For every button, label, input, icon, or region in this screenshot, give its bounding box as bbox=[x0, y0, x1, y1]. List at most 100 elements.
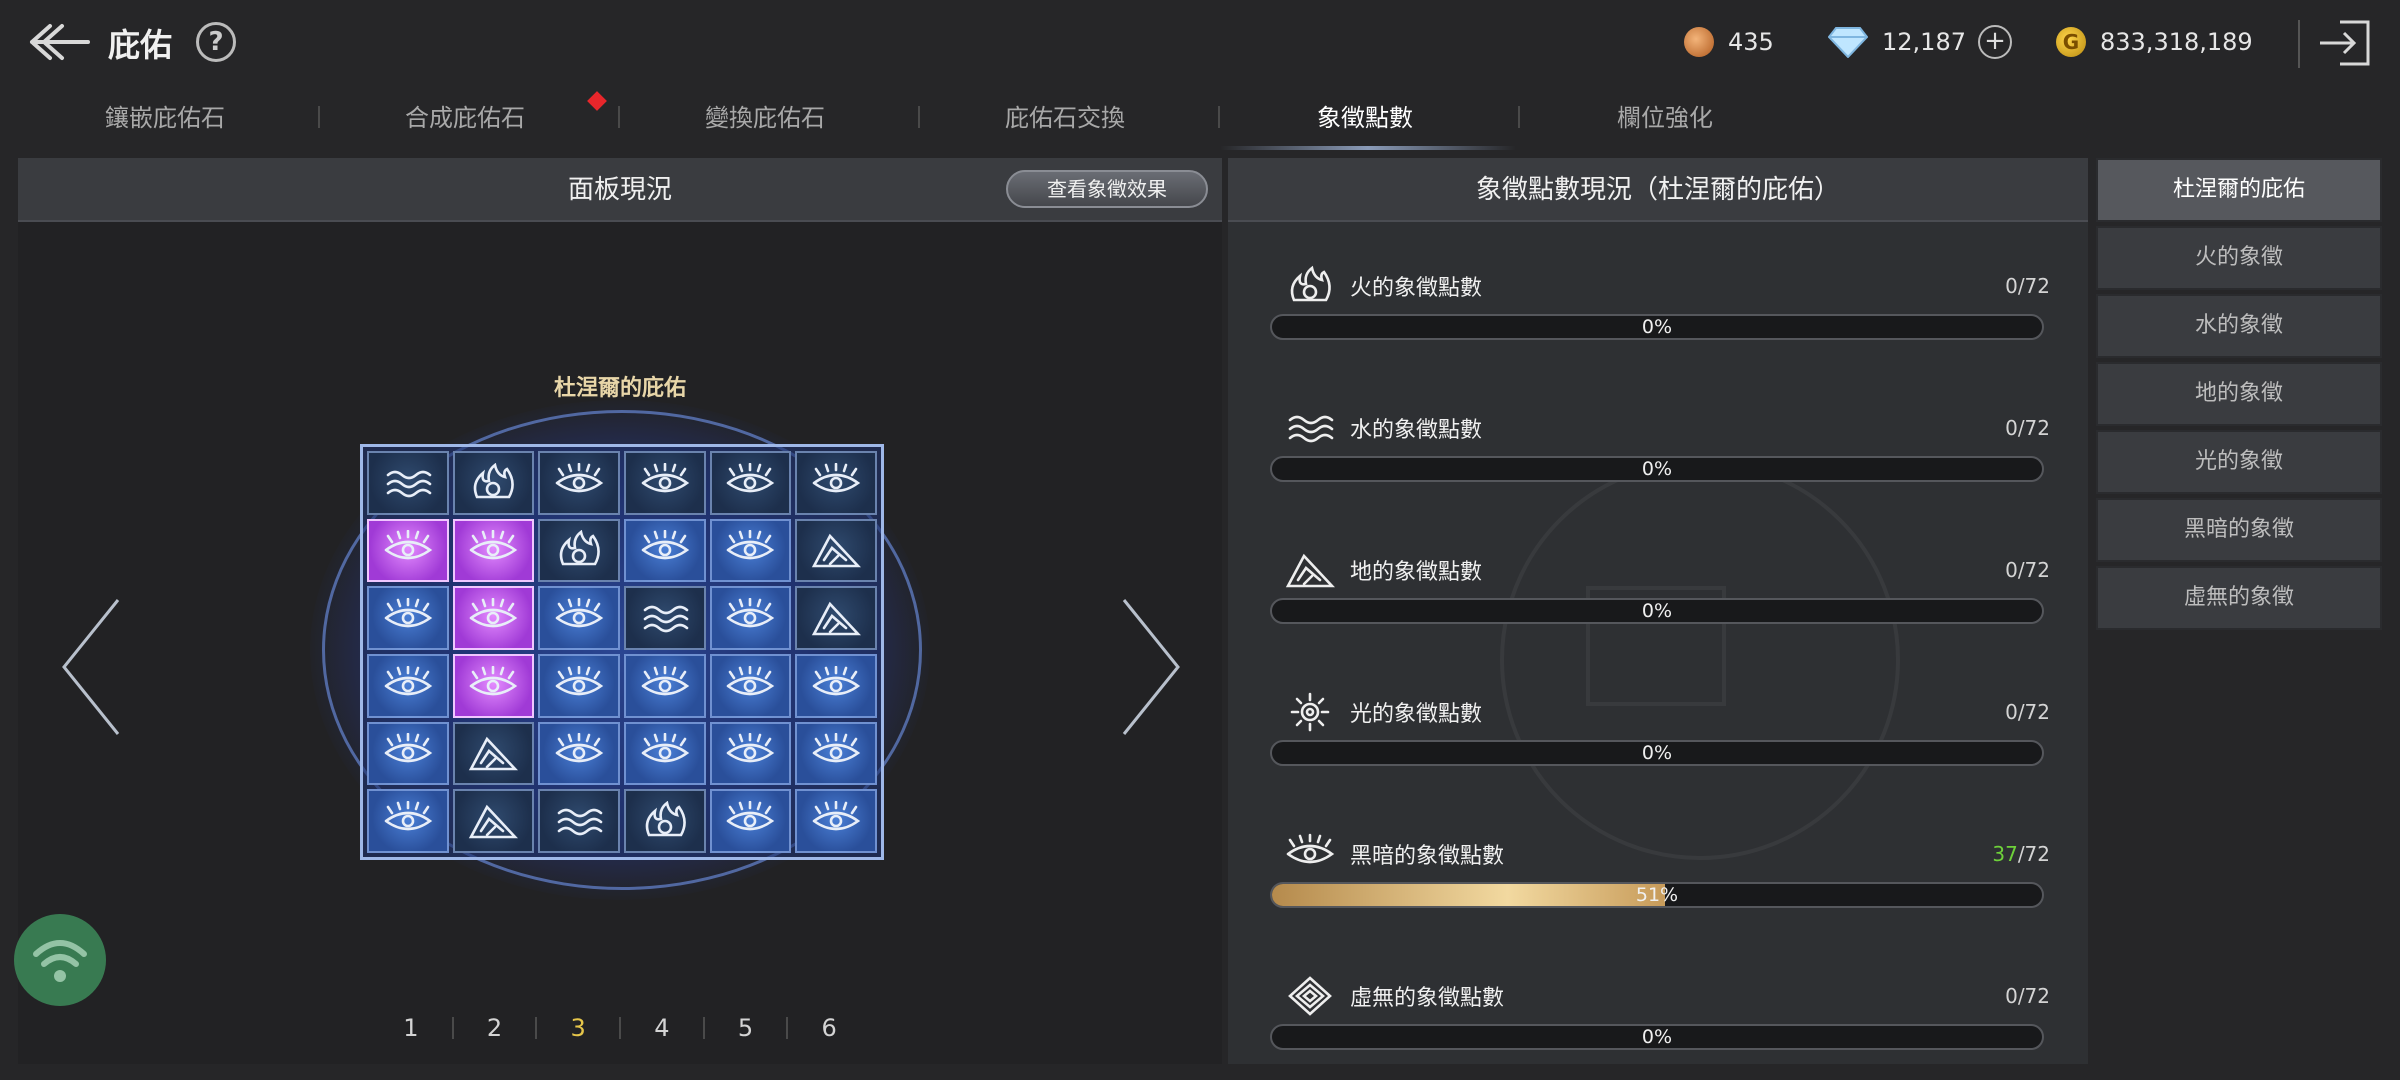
gold-amount: 833,318,189 bbox=[2100, 28, 2253, 56]
network-status-button[interactable] bbox=[14, 914, 106, 1006]
page-button-1[interactable]: 1 bbox=[370, 1014, 452, 1042]
help-button[interactable]: ? bbox=[196, 22, 236, 62]
board-cell[interactable] bbox=[709, 789, 792, 853]
board-cell[interactable] bbox=[795, 586, 877, 650]
page-button-4[interactable]: 4 bbox=[621, 1014, 703, 1042]
board-cell[interactable] bbox=[538, 789, 620, 853]
board-cell[interactable] bbox=[367, 654, 449, 718]
water-symbol-icon bbox=[643, 605, 689, 633]
next-board-arrow-icon[interactable] bbox=[1116, 592, 1186, 742]
board-cell[interactable] bbox=[623, 586, 706, 650]
currency-gem: 12,187 + bbox=[1828, 22, 2012, 62]
board-cell[interactable] bbox=[452, 721, 535, 786]
tab-exchange[interactable]: 庇佑石交換 bbox=[940, 96, 1190, 152]
symbol-name: 火的象徵點數 bbox=[1350, 276, 1483, 301]
board-cell[interactable] bbox=[709, 721, 792, 786]
tab-symbol-points[interactable]: 象徵點數 bbox=[1240, 96, 1490, 152]
dark-symbol-icon bbox=[727, 598, 775, 628]
symbol-max: /72 bbox=[2017, 984, 2050, 1008]
board-cell[interactable] bbox=[367, 789, 449, 853]
board-cell[interactable] bbox=[623, 451, 706, 515]
board-cell[interactable] bbox=[452, 451, 535, 515]
side-item-blessing[interactable]: 杜涅爾的庇佑 bbox=[2096, 158, 2382, 222]
board-cell[interactable] bbox=[623, 518, 706, 583]
board-cell[interactable] bbox=[709, 586, 792, 650]
side-item-water[interactable]: 水的象徵 bbox=[2096, 294, 2382, 358]
board-cell[interactable] bbox=[795, 789, 877, 853]
board-cell[interactable] bbox=[452, 586, 535, 650]
board-cell[interactable] bbox=[538, 451, 620, 515]
symbol-progress-bar: 0% bbox=[1270, 740, 2044, 766]
side-item-fire[interactable]: 火的象徵 bbox=[2096, 226, 2382, 290]
symbol-count: 0/72 bbox=[2005, 274, 2050, 298]
previous-board-arrow-icon[interactable] bbox=[56, 592, 126, 742]
board-cell[interactable] bbox=[367, 721, 449, 786]
board-cell[interactable] bbox=[795, 721, 877, 786]
symbol-name: 黑暗的象徵點數 bbox=[1350, 844, 1505, 869]
board-cell[interactable] bbox=[452, 789, 535, 853]
fire-symbol-icon bbox=[645, 801, 686, 837]
board-cell[interactable] bbox=[367, 451, 449, 515]
dark-symbol-icon bbox=[641, 462, 690, 493]
board-cell[interactable] bbox=[709, 518, 792, 583]
tab-slot-enhance[interactable]: 欄位強化 bbox=[1540, 96, 1790, 152]
board-cell[interactable] bbox=[367, 518, 449, 583]
board-cell[interactable] bbox=[623, 789, 706, 853]
board-cell[interactable] bbox=[709, 451, 792, 515]
dark-symbol-icon bbox=[555, 665, 604, 696]
board-cell[interactable] bbox=[623, 721, 706, 786]
board-cell[interactable] bbox=[538, 586, 620, 650]
dark-symbol-icon bbox=[470, 598, 518, 628]
symbol-name: 水的象徵點數 bbox=[1350, 418, 1483, 443]
symbol-current: 0 bbox=[2005, 416, 2018, 440]
page-button-6[interactable]: 6 bbox=[788, 1014, 870, 1042]
water-symbol-icon bbox=[557, 808, 603, 836]
board-cell[interactable] bbox=[367, 586, 449, 650]
view-symbol-effect-button[interactable]: 查看象徵效果 bbox=[1006, 170, 1208, 208]
back-arrow-icon[interactable] bbox=[28, 18, 92, 66]
divider bbox=[2298, 20, 2300, 68]
board-cell[interactable] bbox=[538, 518, 620, 583]
exit-icon[interactable] bbox=[2316, 16, 2376, 70]
symbol-progress-label: 0% bbox=[1641, 600, 1673, 622]
symbol-name: 虛無的象徵點數 bbox=[1350, 986, 1505, 1011]
symbol-panel-title: 象徵點數現況（杜涅爾的庇佑） bbox=[1475, 175, 1840, 205]
page-button-2[interactable]: 2 bbox=[454, 1014, 536, 1042]
symbol-max: /72 bbox=[2017, 558, 2050, 582]
board-cell[interactable] bbox=[452, 518, 535, 583]
board-cell[interactable] bbox=[538, 654, 620, 718]
symbol-progress-bar: 0% bbox=[1270, 1024, 2044, 1050]
side-item-earth[interactable]: 地的象徵 bbox=[2096, 362, 2382, 426]
tab-synthesize[interactable]: 合成庇佑石 bbox=[340, 96, 590, 152]
dark-symbol-icon bbox=[384, 665, 433, 696]
side-item-dark[interactable]: 黑暗的象徵 bbox=[2096, 498, 2382, 562]
dark-symbol-icon bbox=[727, 530, 775, 560]
symbol-progress-label: 0% bbox=[1641, 316, 1673, 338]
board-cell[interactable] bbox=[709, 654, 792, 718]
gold-coin-icon: G bbox=[2056, 27, 2086, 57]
side-item-light[interactable]: 光的象徵 bbox=[2096, 430, 2382, 494]
board-cell[interactable] bbox=[795, 654, 877, 718]
add-gem-button[interactable]: + bbox=[1977, 25, 2012, 59]
dark-symbol-icon bbox=[812, 665, 861, 696]
water-symbol-icon bbox=[386, 470, 432, 498]
board-cell[interactable] bbox=[538, 721, 620, 786]
page-button-3[interactable]: 3 bbox=[537, 1014, 619, 1042]
dark-symbol-icon bbox=[384, 733, 433, 763]
board-cell[interactable] bbox=[623, 654, 706, 718]
page-button-5[interactable]: 5 bbox=[705, 1014, 787, 1042]
board-cell[interactable] bbox=[795, 451, 877, 515]
board-cell[interactable] bbox=[452, 654, 535, 718]
tab-separator bbox=[318, 106, 320, 128]
symbol-current: 0 bbox=[2005, 274, 2018, 298]
currency-gold: G 833,318,189 bbox=[2056, 22, 2253, 62]
tab-inlay[interactable]: 鑲嵌庇佑石 bbox=[40, 96, 290, 152]
symbol-progress-label: 0% bbox=[1641, 458, 1673, 480]
light-symbol-icon bbox=[1290, 692, 1330, 732]
side-item-void[interactable]: 虛無的象徵 bbox=[2096, 566, 2382, 630]
board-cell[interactable] bbox=[795, 518, 877, 583]
tab-transform[interactable]: 變換庇佑石 bbox=[640, 96, 890, 152]
earth-symbol-icon bbox=[1285, 553, 1335, 588]
symbol-count: 37/72 bbox=[1992, 842, 2050, 866]
gem-amount: 12,187 bbox=[1882, 28, 1966, 56]
